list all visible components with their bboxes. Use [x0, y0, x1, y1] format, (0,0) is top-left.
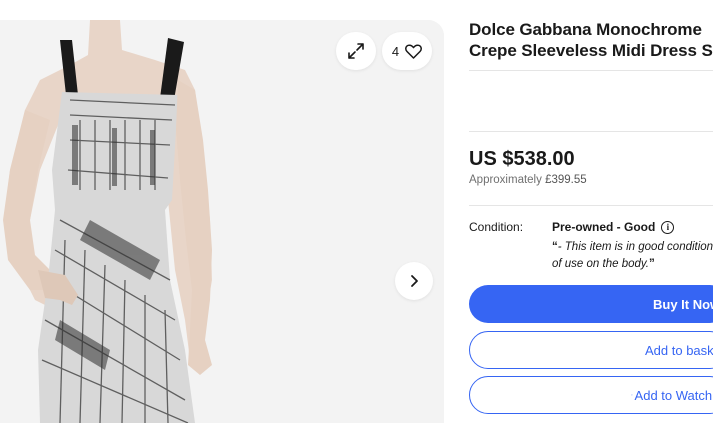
add-to-watchlist-label: Add to Watchlist [634, 387, 713, 403]
image-gallery: 4 [0, 20, 444, 423]
item-title-line1: Dolce Gabbana Monochrome [469, 20, 702, 39]
condition-text: Pre-owned - Good [552, 220, 656, 234]
buy-it-now-label: Buy It Now [653, 296, 713, 312]
approx-label: Approximately [469, 174, 542, 186]
expand-icon [348, 43, 364, 59]
title-divider [469, 70, 713, 71]
expand-button[interactable] [336, 32, 376, 70]
condition-description: “- This item is in good condition of use… [552, 241, 713, 270]
heart-icon [405, 43, 423, 59]
price-divider-bottom [469, 205, 713, 206]
watch-count: 4 [391, 43, 400, 59]
condition-value: Pre-owned - Good i [552, 220, 675, 234]
item-title-line2: Crepe Sleeveless Midi Dress S [469, 41, 713, 60]
add-to-watchlist-button[interactable]: Add to Watchlist [469, 376, 713, 414]
item-title: Dolce Gabbana Monochrome Crepe Sleeveles… [469, 19, 713, 61]
product-photo[interactable] [0, 20, 444, 423]
watch-count-button[interactable]: 4 [382, 32, 432, 70]
next-image-button[interactable] [395, 262, 433, 300]
price-divider-top [469, 131, 713, 132]
chevron-right-icon [411, 275, 418, 287]
approx-value: £399.55 [545, 174, 587, 186]
add-to-basket-button[interactable]: Add to basket [469, 331, 713, 369]
condition-desc-line1: This item is in good condition [564, 241, 713, 253]
approx-price: Approximately £399.55 [469, 174, 587, 186]
item-price: US $538.00 [469, 148, 575, 170]
add-to-basket-label: Add to basket [645, 342, 713, 358]
condition-desc-line2: of use on the body. [552, 258, 649, 270]
info-icon[interactable]: i [661, 220, 675, 234]
condition-label: Condition: [469, 220, 524, 234]
buy-it-now-button[interactable]: Buy It Now [469, 285, 713, 323]
heart-icon [631, 394, 633, 396]
